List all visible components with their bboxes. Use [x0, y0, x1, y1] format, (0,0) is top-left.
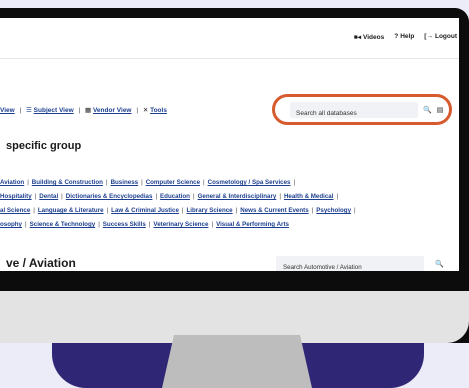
- videos-link[interactable]: ■◂ Videos: [354, 33, 384, 41]
- category-links: Aviation | Building & Construction | Busines…: [0, 176, 459, 232]
- tools-icon: ✕: [142, 107, 149, 114]
- category-link[interactable]: News & Current Events: [240, 207, 308, 214]
- tools-link[interactable]: Tools: [150, 107, 167, 114]
- section-search-box: [276, 256, 424, 271]
- top-bar: ■◂ Videos ? Help [→ Logout: [0, 18, 459, 59]
- list-icon: ☰: [26, 107, 32, 114]
- category-link[interactable]: Veterinary Science: [153, 221, 208, 228]
- vendor-view-link[interactable]: Vendor View: [93, 107, 132, 114]
- category-link[interactable]: Psychology: [316, 207, 351, 214]
- logout-link[interactable]: [→ Logout: [424, 33, 457, 41]
- category-link[interactable]: General & Interdisciplinary: [198, 193, 277, 200]
- section-search-icon[interactable]: 🔍: [435, 260, 444, 268]
- category-link[interactable]: Health & Medical: [284, 193, 334, 200]
- category-link[interactable]: Computer Science: [146, 179, 200, 186]
- category-link[interactable]: Language & Literature: [38, 207, 104, 214]
- category-link[interactable]: Education: [160, 193, 190, 200]
- search-highlight-ring: [272, 94, 452, 125]
- category-link[interactable]: Cosmetology / Spa Services: [208, 179, 291, 186]
- subject-view-link[interactable]: Subject View: [34, 107, 74, 114]
- category-link[interactable]: Success Skills: [103, 221, 146, 228]
- category-link[interactable]: osophy: [0, 221, 22, 228]
- section-title: ve / Aviation: [6, 256, 76, 270]
- category-link[interactable]: Business: [111, 179, 139, 186]
- category-line: Aviation | Building & Construction | Busines…: [0, 179, 296, 186]
- monitor-frame: ■◂ Videos ? Help [→ Logout View | ☰ Subject…: [0, 8, 469, 343]
- video-icon: ■◂: [353, 34, 362, 41]
- category-link[interactable]: Library Science: [187, 207, 233, 214]
- view-link[interactable]: View: [0, 107, 15, 114]
- help-link[interactable]: ? Help: [394, 33, 414, 41]
- category-link[interactable]: Dental: [39, 193, 58, 200]
- monitor-neck: [162, 335, 312, 388]
- category-line: osophy | Science & Technology | Success Skil…: [0, 221, 289, 228]
- category-link[interactable]: Hospitality: [0, 193, 32, 200]
- category-link[interactable]: Aviation: [0, 179, 24, 186]
- view-switcher: View | ☰ Subject View | ▦ Vendor View | …: [0, 107, 167, 114]
- vendor-icon: ▦: [84, 107, 92, 114]
- category-line: al Science | Language & Literature | Law & C…: [0, 207, 356, 214]
- group-heading: specific group: [6, 140, 82, 152]
- browser-screen: ■◂ Videos ? Help [→ Logout View | ☰ Subject…: [0, 18, 459, 271]
- category-link[interactable]: Science & Technology: [30, 221, 96, 228]
- category-link[interactable]: Visual & Performing Arts: [216, 221, 289, 228]
- help-icon: ?: [394, 33, 399, 40]
- logout-icon: [→: [424, 33, 433, 40]
- category-link[interactable]: Dictionaries & Encyclopedias: [66, 193, 153, 200]
- category-line: Hospitality | Dental | Dictionaries & Encycl…: [0, 193, 339, 200]
- top-links: ■◂ Videos ? Help [→ Logout: [354, 33, 457, 41]
- category-link[interactable]: al Science: [0, 207, 30, 214]
- category-link[interactable]: Building & Construction: [32, 179, 103, 186]
- category-link[interactable]: Law & Criminal Justice: [111, 207, 179, 214]
- section-search-input[interactable]: [276, 260, 423, 271]
